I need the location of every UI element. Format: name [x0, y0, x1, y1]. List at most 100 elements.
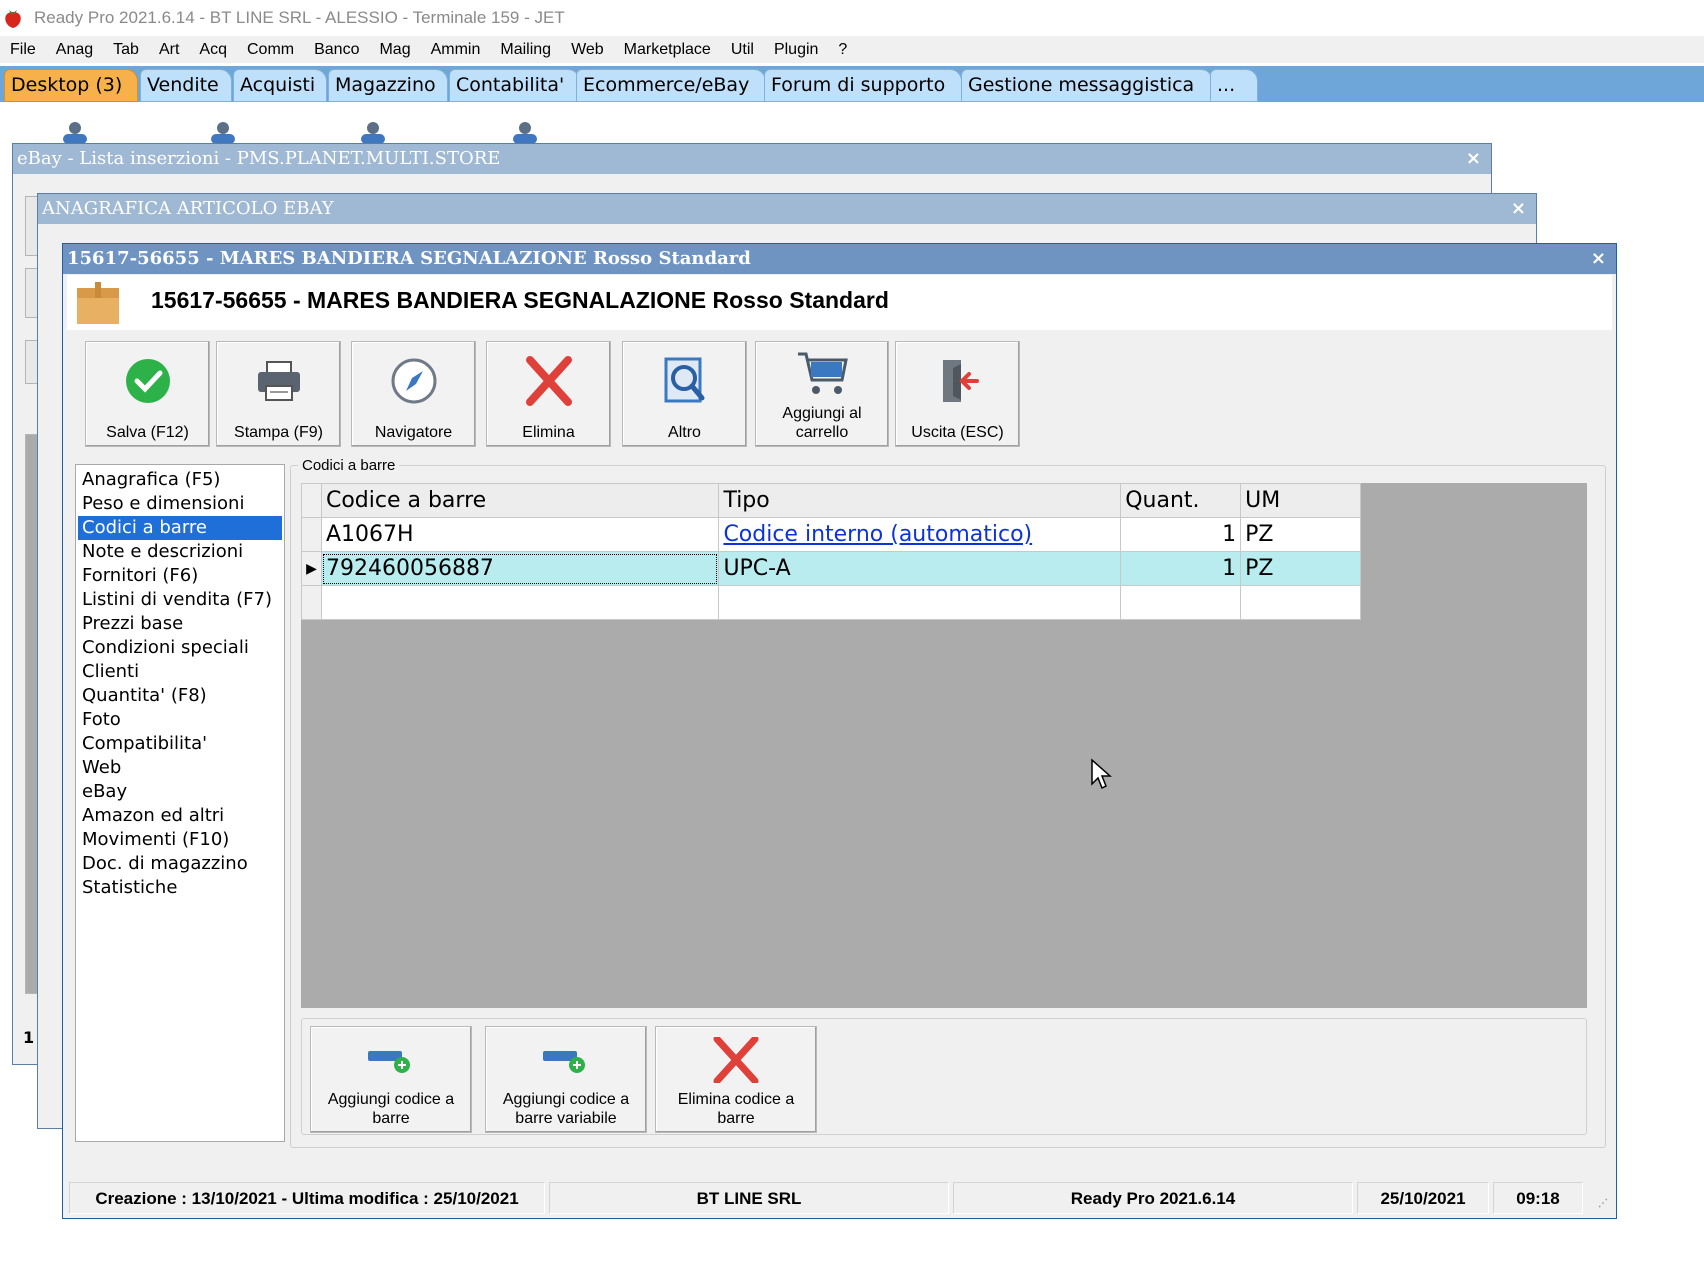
unit-cell[interactable] — [1240, 585, 1361, 620]
current-row-indicator-icon[interactable]: ▶ — [301, 551, 322, 586]
exit-label: Uscita (ESC) — [911, 424, 1004, 441]
barcode-cell[interactable]: A1067H — [320, 517, 720, 552]
menu-file[interactable]: File — [0, 41, 46, 59]
tab-acquisti[interactable]: Acquisti — [233, 69, 327, 102]
type-cell[interactable]: Codice interno (automatico) — [718, 517, 1122, 552]
menu-util[interactable]: Util — [721, 41, 764, 59]
nav-item-listini[interactable]: Listini di vendita (F7) — [78, 588, 282, 612]
status-bar: Creazione : 13/10/2021 - Ultima modifica… — [67, 1182, 1612, 1214]
type-cell[interactable]: UPC-A — [718, 551, 1122, 586]
nav-item-movimenti[interactable]: Movimenti (F10) — [78, 828, 282, 852]
nav-item-foto[interactable]: Foto — [78, 708, 282, 732]
menu-banco[interactable]: Banco — [304, 41, 369, 59]
quantity-cell[interactable]: 1 — [1120, 517, 1242, 552]
menu-plugin[interactable]: Plugin — [764, 41, 828, 59]
mouse-cursor-icon — [1091, 758, 1112, 790]
close-icon[interactable]: × — [1591, 248, 1606, 269]
status-version: Ready Pro 2021.6.14 — [953, 1182, 1353, 1214]
checkmark-icon — [126, 359, 170, 403]
table-row[interactable]: A1067H Codice interno (automatico) 1 PZ — [301, 517, 1361, 552]
tab-forum[interactable]: Forum di supporto — [764, 69, 962, 102]
tab-more[interactable]: ... — [1210, 69, 1258, 102]
nav-item-ebay[interactable]: eBay — [78, 780, 282, 804]
desktop-user-icon[interactable] — [356, 120, 390, 144]
nav-item-compatibilita[interactable]: Compatibilita' — [78, 732, 282, 756]
quantity-cell[interactable]: 1 — [1120, 551, 1242, 586]
menu-ammin[interactable]: Ammin — [421, 41, 491, 59]
print-button[interactable]: Stampa (F9) — [216, 341, 341, 447]
navigator-button[interactable]: Navigatore — [351, 341, 476, 447]
close-icon[interactable]: × — [1511, 198, 1526, 219]
barcodes-group-title: Codici a barre — [298, 457, 400, 474]
column-header-tipo[interactable]: Tipo — [718, 483, 1122, 518]
menu-comm[interactable]: Comm — [237, 41, 304, 59]
resize-grip-icon[interactable]: ⋰ — [1598, 1198, 1608, 1209]
menu-art[interactable]: Art — [149, 41, 189, 59]
package-icon — [77, 282, 119, 324]
quantity-cell[interactable] — [1120, 585, 1242, 620]
delete-barcode-label: Elimina codice a barre — [677, 1091, 795, 1127]
nav-item-note-descrizioni[interactable]: Note e descrizioni — [78, 540, 282, 564]
tab-messaggistica[interactable]: Gestione messaggistica — [961, 69, 1213, 102]
tab-magazzino[interactable]: Magazzino — [328, 69, 448, 102]
menu-anag[interactable]: Anag — [46, 41, 103, 59]
desktop-user-icon[interactable] — [206, 120, 240, 144]
delete-barcode-button[interactable]: Elimina codice a barre — [655, 1026, 817, 1133]
column-header-codice[interactable]: Codice a barre — [320, 483, 720, 518]
nav-item-anagrafica[interactable]: Anagrafica (F5) — [78, 468, 282, 492]
tab-ecommerce-ebay[interactable]: Ecommerce/eBay — [576, 69, 766, 102]
barcode-cell[interactable] — [320, 585, 720, 620]
barcode-cell[interactable]: 792460056887 — [320, 551, 720, 586]
desktop-user-icon[interactable] — [58, 120, 92, 144]
nav-item-quantita[interactable]: Quantita' (F8) — [78, 684, 282, 708]
tab-desktop[interactable]: Desktop (3) — [4, 69, 138, 102]
tab-contabilita[interactable]: Contabilita' — [449, 69, 580, 102]
other-button[interactable]: Altro — [622, 341, 747, 447]
nav-item-condizioni-speciali[interactable]: Condizioni speciali — [78, 636, 282, 660]
menu-tab[interactable]: Tab — [103, 41, 149, 59]
other-label: Altro — [668, 424, 701, 441]
table-row-new[interactable] — [301, 585, 1361, 620]
type-link[interactable]: Codice interno (automatico) — [723, 522, 1032, 547]
nav-item-codici-a-barre[interactable]: Codici a barre — [78, 516, 282, 540]
row-indicator[interactable] — [301, 517, 322, 552]
menu-web[interactable]: Web — [561, 41, 614, 59]
unit-cell[interactable]: PZ — [1240, 517, 1361, 552]
add-variable-barcode-button[interactable]: Aggiungi codice a barre variabile — [485, 1026, 647, 1133]
nav-item-amazon[interactable]: Amazon ed altri — [78, 804, 282, 828]
table-row[interactable]: ▶ 792460056887 UPC-A 1 PZ — [301, 551, 1361, 586]
menu-help[interactable]: ? — [828, 41, 857, 59]
row-indicator[interactable] — [301, 585, 322, 620]
nav-item-clienti[interactable]: Clienti — [78, 660, 282, 684]
nav-item-fornitori[interactable]: Fornitori (F6) — [78, 564, 282, 588]
exit-door-icon — [943, 360, 979, 402]
add-barcode-button[interactable]: Aggiungi codice a barre — [310, 1026, 472, 1133]
nav-item-prezzi-base[interactable]: Prezzi base — [78, 612, 282, 636]
menu-acq[interactable]: Acq — [189, 41, 237, 59]
type-cell[interactable] — [718, 585, 1122, 620]
nav-item-peso-dimensioni[interactable]: Peso e dimensioni — [78, 492, 282, 516]
nav-item-web[interactable]: Web — [78, 756, 282, 780]
nav-item-statistiche[interactable]: Statistiche — [78, 876, 282, 900]
save-button[interactable]: Salva (F12) — [85, 341, 210, 447]
delete-label: Elimina — [522, 424, 575, 441]
exit-button[interactable]: Uscita (ESC) — [895, 341, 1020, 447]
unit-cell[interactable]: PZ — [1240, 551, 1361, 586]
column-header-quant[interactable]: Quant. — [1120, 483, 1242, 518]
close-icon[interactable]: × — [1466, 148, 1481, 169]
add-barcode-icon — [368, 1051, 410, 1073]
menu-mag[interactable]: Mag — [369, 41, 420, 59]
desktop-user-icon[interactable] — [508, 120, 542, 144]
menu-mailing[interactable]: Mailing — [490, 41, 561, 59]
add-to-cart-button[interactable]: Aggiungi al carrello — [755, 341, 889, 447]
compass-icon — [391, 358, 437, 404]
nav-item-doc-magazzino[interactable]: Doc. di magazzino — [78, 852, 282, 876]
strawberry-app-icon — [5, 10, 21, 28]
background-page-number: 1 — [23, 1028, 35, 1047]
menu-marketplace[interactable]: Marketplace — [614, 41, 721, 59]
delete-button[interactable]: Elimina — [486, 341, 611, 447]
column-header-um[interactable]: UM — [1240, 483, 1361, 518]
tab-vendite[interactable]: Vendite — [140, 69, 232, 102]
app-title: Ready Pro 2021.6.14 - BT LINE SRL - ALES… — [34, 8, 565, 27]
barcodes-table: Codice a barre Tipo Quant. UM A1067H Cod… — [301, 483, 1361, 620]
